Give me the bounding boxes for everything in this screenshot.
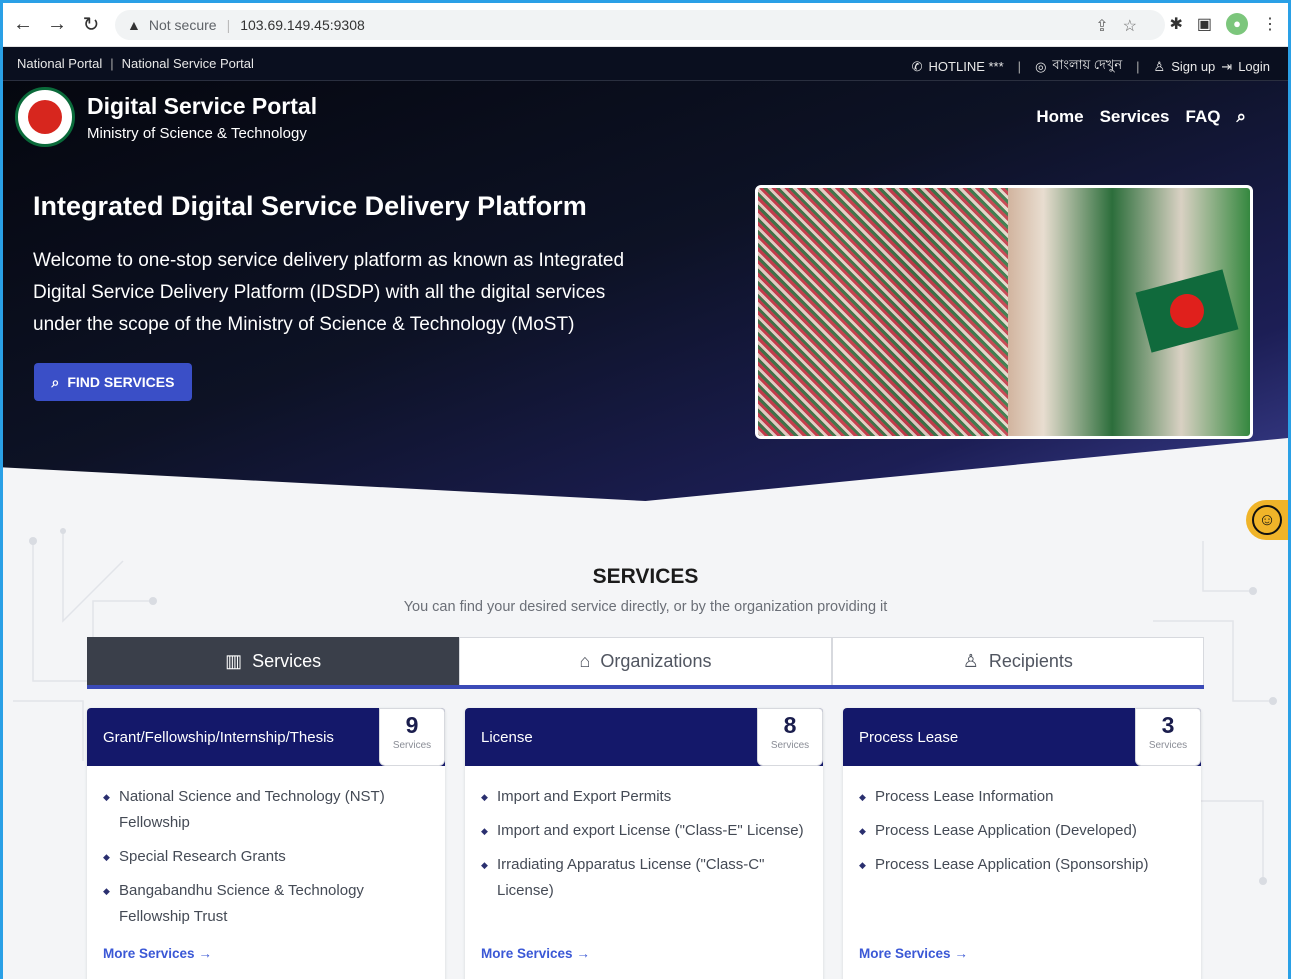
services-heading: SERVICES (592, 565, 699, 588)
card-title: Process Lease (859, 728, 959, 746)
service-item[interactable]: Process Lease Application (Sponsorship) (859, 852, 1185, 878)
person-icon: ♙ (962, 651, 979, 671)
topbar-divider: | (1017, 59, 1022, 74)
service-count-badge: 3 Services (1135, 708, 1201, 766)
address-bar[interactable]: ▲ Not secure | 103.69.149.45:9308 ⇪☆ (115, 10, 1165, 40)
service-count: 8 (783, 712, 797, 738)
language-link[interactable]: বাংলায় দেখুন (1052, 56, 1122, 77)
hotline-text[interactable]: HOTLINE *** (929, 59, 1004, 74)
building-icon: ⌂ (579, 651, 591, 671)
arrow-right-icon: → (954, 946, 968, 961)
service-count-label: Services (770, 740, 810, 751)
service-count: 9 (405, 712, 419, 738)
service-card: License 8 Services Import and Export Per… (465, 708, 823, 979)
site-title[interactable]: Digital Service Portal (87, 93, 317, 120)
accessibility-button[interactable]: ☺ (1246, 500, 1288, 540)
signup-link[interactable]: Sign up (1171, 59, 1215, 74)
more-services-link[interactable]: More Services → (103, 946, 212, 961)
card-header[interactable]: Grant/Fellowship/Internship/Thesis 9 Ser… (87, 708, 445, 766)
service-item[interactable]: Import and Export Permits (481, 784, 807, 810)
tab-organizations-label: Organizations (600, 651, 712, 671)
service-count: 3 (1161, 712, 1175, 738)
hero-photo (755, 185, 1253, 439)
find-services-button[interactable]: ⌕ FIND SERVICES (34, 363, 192, 401)
government-logo-icon[interactable] (15, 87, 75, 147)
arrow-right-icon: → (198, 946, 212, 961)
nav-services[interactable]: Services (1100, 107, 1170, 127)
tab-services-label: Services (252, 651, 322, 671)
topbar-divider: | (110, 56, 114, 71)
flag-image (1135, 269, 1239, 353)
user-icon: ♙ (1153, 58, 1166, 74)
login-link[interactable]: Login (1238, 59, 1270, 74)
search-icon: ⌕ (51, 373, 60, 390)
tab-recipients[interactable]: ♙ Recipients (831, 637, 1204, 685)
tab-organizations[interactable]: ⌂ Organizations (459, 637, 832, 685)
warning-icon: ▲ (127, 17, 141, 33)
login-icon: ⇥ (1221, 58, 1233, 74)
kebab-menu-icon[interactable]: ⋮ (1262, 14, 1278, 34)
service-item[interactable]: National Science and Technology (NST) Fe… (103, 784, 429, 836)
service-item[interactable]: Process Lease Application (Developed) (859, 818, 1185, 844)
service-item[interactable]: Bangabandhu Science & Technology Fellows… (103, 878, 429, 930)
card-title: License (481, 728, 533, 746)
extensions-icon[interactable]: ✱ (1169, 14, 1182, 34)
book-icon: ▥ (225, 651, 243, 671)
service-list: Import and Export Permits Import and exp… (465, 766, 823, 904)
service-item[interactable]: Process Lease Information (859, 784, 1185, 810)
accessibility-icon: ☺ (1252, 505, 1282, 535)
profile-avatar-icon[interactable]: ● (1226, 13, 1248, 35)
service-count-label: Services (392, 740, 432, 751)
service-item[interactable]: Irradiating Apparatus License ("Class-C"… (481, 852, 807, 904)
service-count-label: Services (1148, 740, 1188, 751)
find-services-label: FIND SERVICES (67, 374, 175, 390)
card-header[interactable]: Process Lease 3 Services (843, 708, 1201, 766)
national-portal-link[interactable]: National Portal (17, 56, 102, 71)
service-card: Process Lease 3 Services Process Lease I… (843, 708, 1201, 979)
share-star-icons[interactable]: ⇪☆ (1095, 16, 1151, 36)
main-nav: Home Services FAQ ⌕ (1036, 107, 1246, 127)
browser-toolbar: ← → ↻ ▲ Not secure | 103.69.149.45:9308 … (3, 3, 1288, 47)
tab-services[interactable]: ▥ Services (87, 637, 460, 685)
services-subheading: You can find your desired service direct… (403, 599, 888, 615)
nav-faq[interactable]: FAQ (1186, 107, 1221, 127)
card-title: Grant/Fellowship/Internship/Thesis (103, 728, 334, 746)
search-icon[interactable]: ⌕ (1236, 107, 1246, 127)
more-services-link[interactable]: More Services → (481, 946, 590, 961)
hero-title: Integrated Digital Service Delivery Plat… (33, 191, 587, 221)
card-header[interactable]: License 8 Services (465, 708, 823, 766)
national-service-portal-link[interactable]: National Service Portal (122, 56, 254, 71)
service-count-badge: 8 Services (757, 708, 823, 766)
address-divider: | (226, 17, 231, 33)
sidepanel-icon[interactable]: ▣ (1197, 14, 1212, 34)
security-label: Not secure (148, 17, 217, 33)
services-tabs: ▥ Services ⌂ Organizations ♙ Recipients (87, 637, 1204, 689)
back-icon[interactable]: ← (9, 13, 37, 36)
service-list: Process Lease Information Process Lease … (843, 766, 1201, 878)
site-subtitle: Ministry of Science & Technology (87, 125, 307, 142)
service-card: Grant/Fellowship/Internship/Thesis 9 Ser… (87, 708, 445, 979)
reload-icon[interactable]: ↻ (77, 12, 105, 37)
service-item[interactable]: Import and export License ("Class-E" Lic… (481, 818, 807, 844)
top-utility-bar: National Portal | National Service Porta… (3, 47, 1288, 81)
extension-area: ✱ ▣ ● ⋮ (1169, 13, 1278, 35)
service-count-badge: 9 Services (379, 708, 445, 766)
language-icon: ◎ (1035, 58, 1047, 74)
phone-icon: ✆ (911, 58, 923, 74)
arrow-right-icon: → (576, 946, 590, 961)
crowd-image (758, 188, 1008, 436)
more-services-link[interactable]: More Services → (859, 946, 968, 961)
browser-window: ← → ↻ ▲ Not secure | 103.69.149.45:9308 … (0, 0, 1291, 979)
hero-description: Welcome to one-stop service delivery pla… (33, 250, 625, 335)
topbar-divider: | (1136, 59, 1140, 74)
tab-recipients-label: Recipients (988, 651, 1073, 671)
topbar-right: ✆ HOTLINE *** | ◎ বাংলায় দেখুন | ♙ Sign… (912, 56, 1270, 77)
hero-section: Digital Service Portal Ministry of Scien… (3, 81, 1288, 501)
service-item[interactable]: Special Research Grants (103, 844, 429, 870)
service-list: National Science and Technology (NST) Fe… (87, 766, 445, 930)
service-cards: Grant/Fellowship/Internship/Thesis 9 Ser… (87, 708, 1204, 979)
nav-home[interactable]: Home (1036, 107, 1083, 127)
forward-icon[interactable]: → (43, 13, 71, 36)
url-text: 103.69.149.45:9308 (240, 17, 365, 33)
